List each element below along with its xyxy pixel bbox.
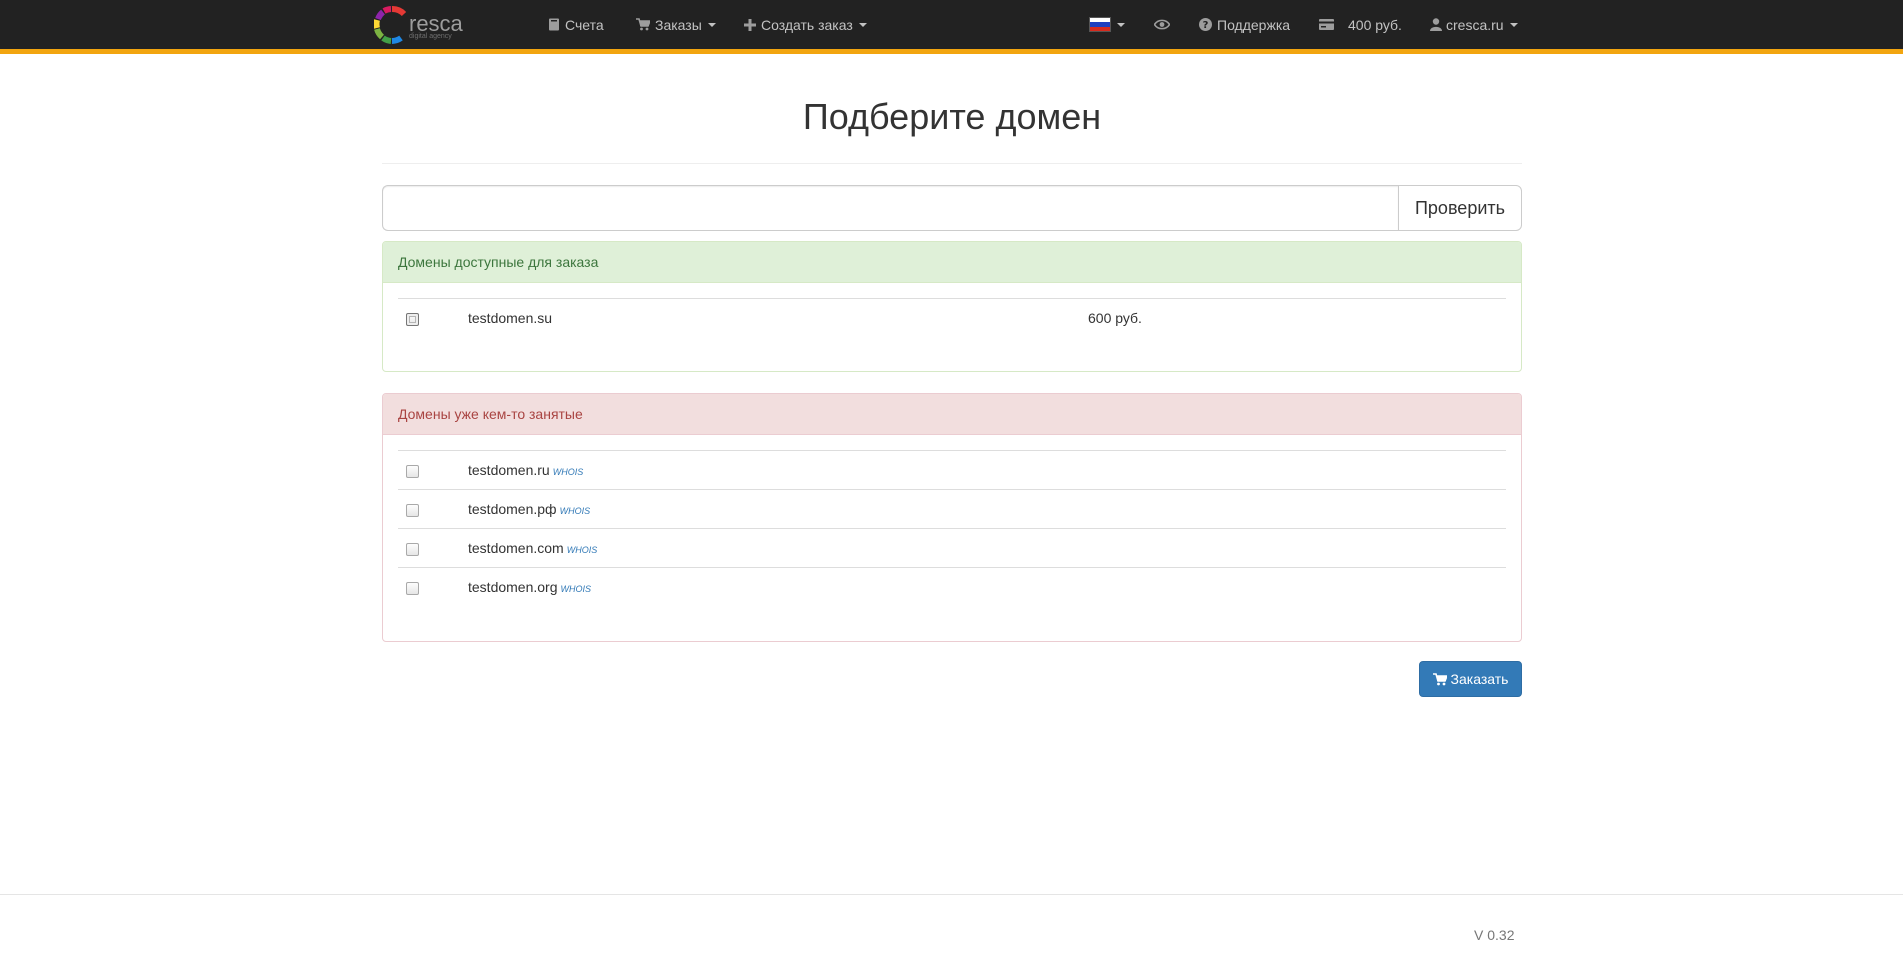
table-row: testdomen.ru WHOIS <box>398 450 1506 490</box>
domain-search-input[interactable] <box>382 185 1398 231</box>
taken-domains-panel: Домены уже кем-то занятые testdomen.ru WH… <box>382 393 1522 642</box>
table-row: testdomen.com WHOIS <box>398 528 1506 568</box>
domain-name: testdomen.ru <box>468 462 550 478</box>
cart-icon <box>636 18 650 31</box>
nav-item-label: cresca.ru <box>1446 16 1504 33</box>
domain-name: testdomen.su <box>460 298 1080 338</box>
logo-ring-icon <box>374 6 407 44</box>
order-button-label: Заказать <box>1450 671 1509 687</box>
available-domains-body: testdomen.su 600 руб. <box>383 283 1521 353</box>
check-button[interactable]: Проверить <box>1398 185 1522 231</box>
domain-checkbox[interactable] <box>406 464 419 478</box>
cart-icon <box>1432 672 1447 686</box>
nav-item-label: 400 руб. <box>1348 16 1402 33</box>
whois-link[interactable]: WHOIS <box>567 545 598 555</box>
nav-item-invoices[interactable]: Счета <box>548 0 604 49</box>
top-navbar: resca digital agency Счета Заказы Создат… <box>0 0 1903 54</box>
whois-link[interactable]: WHOIS <box>553 467 584 477</box>
nav-item-label: Поддержка <box>1217 16 1291 33</box>
available-domains-table: testdomen.su 600 руб. <box>398 298 1506 338</box>
russian-flag-icon <box>1089 17 1111 32</box>
book-icon <box>548 18 560 31</box>
order-button[interactable]: Заказать <box>1419 661 1522 697</box>
credit-card-icon <box>1319 19 1334 30</box>
preview-eye-button[interactable] <box>1154 0 1170 49</box>
table-row: testdomen.org WHOIS <box>398 567 1506 607</box>
domain-checkbox[interactable] <box>406 582 419 596</box>
table-row: testdomen.su 600 руб. <box>398 298 1506 338</box>
version-label: V 0.32 <box>1474 927 1515 943</box>
domain-name: testdomen.рф <box>468 501 557 517</box>
domain-checkbox[interactable] <box>406 503 419 517</box>
domain-price: 600 руб. <box>1080 298 1506 338</box>
chevron-down-icon <box>1117 22 1125 27</box>
nav-item-account[interactable]: cresca.ru <box>1430 0 1518 49</box>
table-row: testdomen.рф WHOIS <box>398 489 1506 529</box>
chevron-down-icon <box>1509 22 1518 27</box>
domain-checkbox[interactable] <box>406 542 419 556</box>
whois-link[interactable]: WHOIS <box>560 506 591 516</box>
domain-name: testdomen.com <box>468 540 564 556</box>
nav-item-create-order[interactable]: Создать заказ <box>744 0 867 49</box>
domain-checkbox[interactable] <box>406 313 419 327</box>
footer-divider <box>0 894 1903 895</box>
page-title: Подберите домен <box>802 96 1102 137</box>
domain-search-group: Проверить <box>382 185 1522 231</box>
chevron-down-icon <box>858 22 867 27</box>
nav-item-support[interactable]: ? Поддержка <box>1199 0 1290 49</box>
domain-name: testdomen.org <box>468 579 558 596</box>
whois-link[interactable]: WHOIS <box>561 584 592 594</box>
language-selector[interactable] <box>1089 0 1125 49</box>
title-divider <box>382 163 1522 164</box>
taken-domains-heading: Домены уже кем-то занятые <box>383 394 1521 435</box>
nav-item-label: Счета <box>565 16 604 33</box>
chevron-down-icon <box>707 22 716 27</box>
cresca-logo[interactable]: resca digital agency <box>374 3 466 47</box>
brand-tagline: digital agency <box>409 33 452 40</box>
available-domains-heading: Домены доступные для заказа <box>383 242 1521 283</box>
user-icon <box>1430 18 1442 31</box>
nav-item-balance[interactable]: 400 руб. <box>1319 0 1402 49</box>
taken-domains-table: testdomen.ru WHOIS testdomen.рф WHOIS test… <box>398 450 1506 607</box>
question-circle-icon: ? <box>1199 18 1212 31</box>
nav-item-label: Создать заказ <box>761 16 853 33</box>
plus-icon <box>744 18 756 31</box>
available-domains-panel: Домены доступные для заказа testdomen.su… <box>382 241 1522 372</box>
nav-item-label: Заказы <box>655 16 702 33</box>
nav-item-orders[interactable]: Заказы <box>636 0 716 49</box>
taken-domains-body: testdomen.ru WHOIS testdomen.рф WHOIS test… <box>383 435 1521 622</box>
svg-text:?: ? <box>1203 20 1209 31</box>
eye-icon <box>1154 19 1170 30</box>
